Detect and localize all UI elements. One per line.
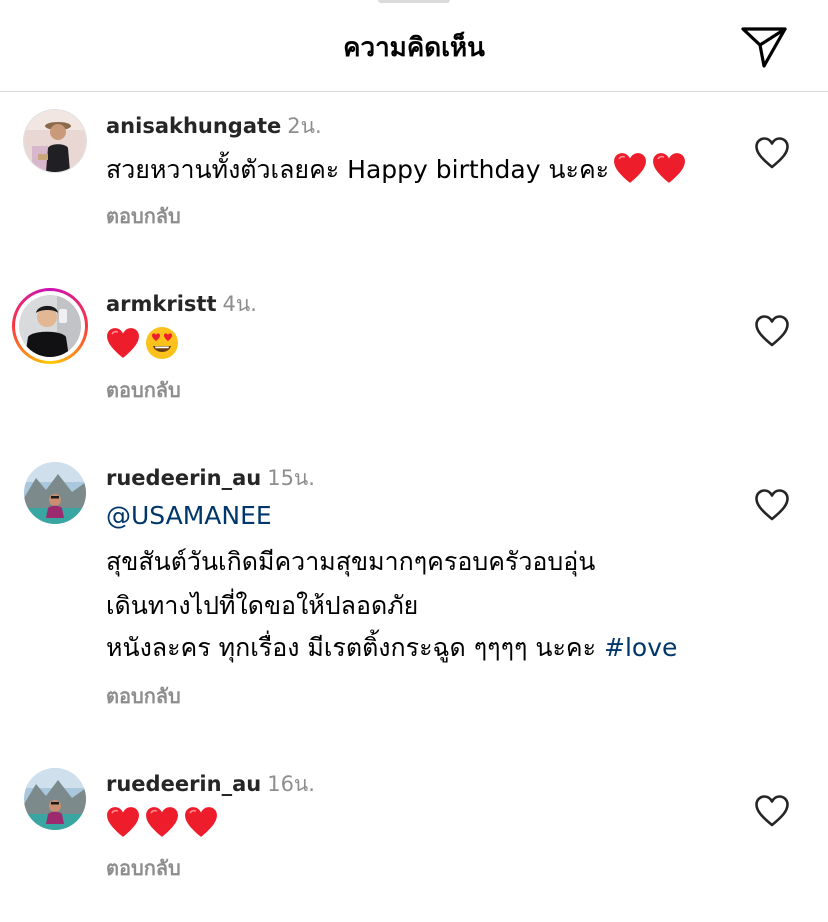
avatar[interactable] [24, 462, 86, 524]
comment-mention-line: @USAMANEE [106, 500, 272, 532]
story-ring[interactable] [12, 288, 88, 364]
paper-plane-icon[interactable] [740, 25, 788, 69]
heart-outline-icon[interactable] [754, 794, 790, 828]
reply-button[interactable]: ตอบกลับ [106, 376, 181, 404]
comment-item: ruedeerin_au 15น. @USAMANEE สุขสันต์วันเก… [0, 460, 828, 720]
heart-outline-icon[interactable] [754, 314, 790, 348]
comment-text: สวยหวานทั้งตัวเลยคะ Happy birthday นะคะ [106, 152, 691, 186]
heart-outline-icon[interactable] [754, 136, 790, 170]
reply-button[interactable]: ตอบกลับ [106, 682, 181, 710]
comment-text [106, 806, 223, 840]
red-heart-emoji [184, 806, 218, 838]
heart-eyes-emoji [145, 326, 179, 360]
comment-item: ruedeerin_au 16น. ตอบกลับ [0, 766, 828, 896]
comment-timestamp: 2น. [287, 114, 322, 138]
avatar[interactable] [24, 110, 86, 172]
comment-username[interactable]: anisakhungate [106, 114, 281, 138]
comment-timestamp: 4น. [222, 292, 257, 316]
page-title: ความคิดเห็น [343, 33, 485, 63]
comment-username[interactable]: ruedeerin_au [106, 466, 261, 490]
avatar[interactable] [19, 295, 81, 357]
comment-text-line: สุขสันต์วันเกิดมีความสุขมากๆครอบครัวอบอุ… [106, 547, 596, 576]
comment-text-content: สวยหวานทั้งตัวเลยคะ Happy birthday นะคะ [106, 155, 610, 184]
comment-text-content: หนังละคร ทุกเรื่อง มีเรตติ้งกระฉูด ๆๆๆๆ … [106, 633, 597, 662]
comment-item: anisakhungate 2น. สวยหวานทั้งตัวเลยคะ Hap… [0, 108, 828, 238]
comment-text-line: เดินทางไปที่ใดขอให้ปลอดภัย [106, 591, 419, 620]
red-heart-emoji [145, 806, 179, 838]
comment-meta: armkristt 4น. [106, 290, 257, 318]
heart-outline-icon[interactable] [754, 488, 790, 522]
comment-meta: ruedeerin_au 15น. [106, 464, 315, 492]
comment-meta: ruedeerin_au 16น. [106, 770, 315, 798]
comment-text-line: หนังละคร ทุกเรื่อง มีเรตติ้งกระฉูด ๆๆๆๆ … [106, 632, 677, 664]
red-heart-emoji [613, 152, 647, 184]
reply-button[interactable]: ตอบกลับ [106, 202, 181, 230]
comment-text [106, 326, 179, 361]
comment-username[interactable]: ruedeerin_au [106, 772, 261, 796]
reply-button[interactable]: ตอบกลับ [106, 854, 181, 882]
red-heart-emoji [106, 327, 140, 359]
red-heart-emoji [106, 806, 140, 838]
avatar[interactable] [24, 768, 86, 830]
comment-meta: anisakhungate 2น. [106, 112, 322, 140]
comment-item: armkristt 4น. ตอบกลับ [0, 286, 828, 416]
red-heart-emoji [652, 152, 686, 184]
hashtag-link[interactable]: #love [604, 633, 677, 662]
comments-header: ความคิดเห็น [0, 0, 828, 92]
comment-username[interactable]: armkristt [106, 292, 217, 316]
comment-timestamp: 16น. [267, 772, 315, 796]
mention-link[interactable]: @USAMANEE [106, 501, 272, 530]
comment-timestamp: 15น. [267, 466, 315, 490]
